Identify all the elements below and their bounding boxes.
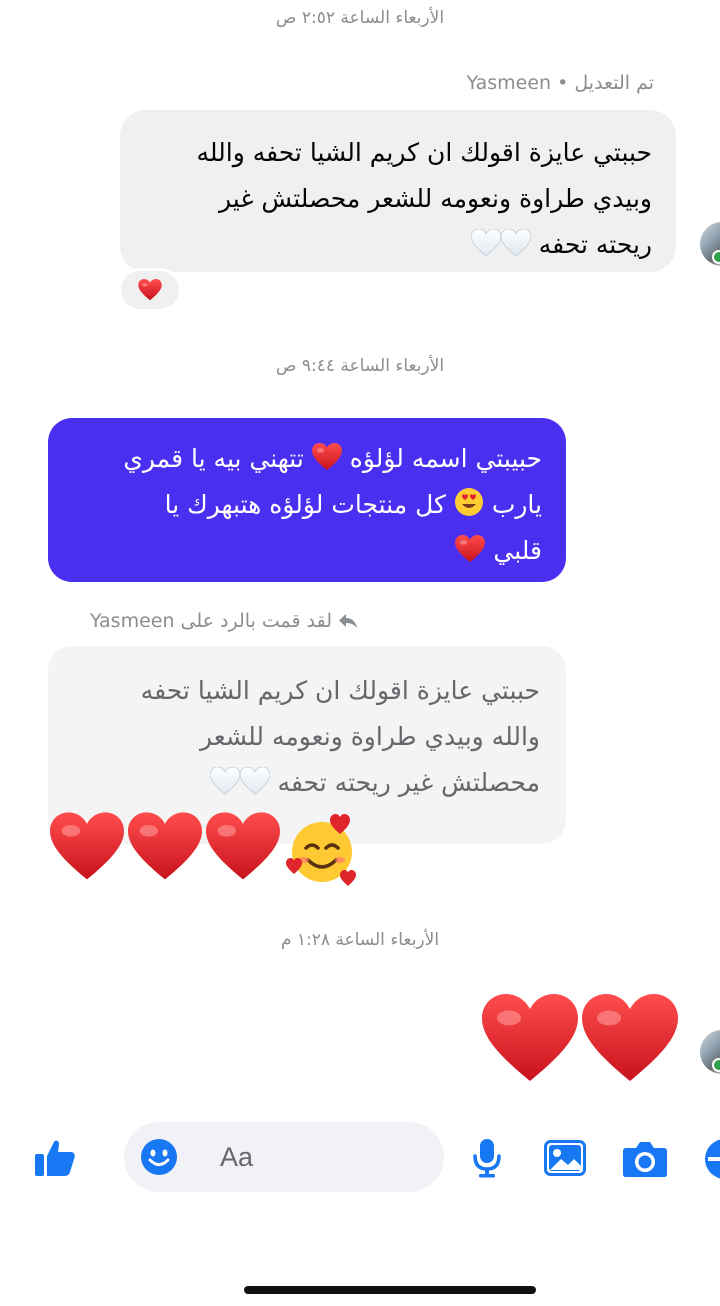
timestamp: الأربعاء الساعة ٩:٤٤ ص <box>275 356 445 376</box>
red-heart-icon <box>128 812 202 882</box>
like-icon[interactable] <box>34 1138 76 1178</box>
avatar[interactable] <box>700 222 720 266</box>
white-heart-icon <box>501 229 531 257</box>
reply-target-name: Yasmeen <box>90 610 175 632</box>
reply-arrow-icon <box>339 614 357 628</box>
incoming-message-bubble[interactable]: حببتي عايزة اقولك ان كريم الشيا تحفه وال… <box>120 110 676 272</box>
message-line: يارب <box>491 490 542 519</box>
emoji-message[interactable] <box>482 994 678 1084</box>
message-line: قلبي <box>493 536 542 565</box>
red-heart-icon <box>50 812 124 882</box>
message-line: تتهني بيه يا قمري <box>123 444 304 473</box>
message-line: كل منتجات لؤلؤه هتبهرك يا <box>164 490 446 519</box>
red-heart-icon <box>312 443 342 471</box>
avatar[interactable] <box>700 1030 720 1074</box>
edited-label: • تم التعديل <box>557 72 654 94</box>
timestamp: الأربعاء الساعة ١:٢٨ م <box>280 930 440 950</box>
microphone-icon[interactable] <box>472 1138 502 1178</box>
reaction-pill[interactable] <box>118 268 182 312</box>
quoted-line: والله وبيدي طراوة ونعومه للشعر <box>199 722 540 751</box>
message-input[interactable]: Aa <box>124 1122 444 1192</box>
smiling-face-with-hearts-icon <box>286 814 356 886</box>
red-heart-icon <box>482 994 578 1084</box>
white-heart-icon <box>471 229 501 257</box>
message-line: ريحته تحفه <box>538 230 652 259</box>
white-heart-icon <box>240 767 270 795</box>
online-dot <box>712 1058 720 1072</box>
reply-indicator: لقد قمت بالرد على Yasmeen <box>90 610 358 632</box>
red-heart-icon <box>138 279 162 301</box>
red-heart-icon <box>455 535 485 563</box>
message-line: حبيبتي اسمه لؤلؤه <box>349 444 542 473</box>
quoted-line: محصلتش غير ريحته تحفه <box>277 768 540 797</box>
message-line: وبيدي طراوة ونعومه للشعر محصلتش غير <box>219 184 652 213</box>
timestamp: الأربعاء الساعة ٢:٥٢ ص <box>275 8 445 28</box>
plus-icon[interactable] <box>704 1138 720 1180</box>
message-line: حببتي عايزة اقولك ان كريم الشيا تحفه وال… <box>196 138 652 167</box>
white-heart-icon <box>210 767 240 795</box>
heart-eyes-emoji-icon <box>454 488 483 516</box>
home-indicator[interactable] <box>244 1286 536 1294</box>
gallery-icon[interactable] <box>544 1140 586 1176</box>
red-heart-icon <box>582 994 678 1084</box>
emoji-icon[interactable] <box>140 1138 178 1176</box>
outgoing-message-bubble[interactable]: حبيبتي اسمه لؤلؤه تتهني بيه يا قمري يارب… <box>48 418 566 582</box>
message-composer: Aa <box>0 1118 720 1208</box>
red-heart-icon <box>206 812 280 882</box>
reply-label: لقد قمت بالرد على <box>180 610 333 632</box>
online-dot <box>712 250 720 264</box>
emoji-message[interactable] <box>50 812 360 888</box>
camera-icon[interactable] <box>622 1140 668 1178</box>
sender-name[interactable]: Yasmeen <box>467 72 551 94</box>
message-placeholder: Aa <box>220 1142 254 1172</box>
sender-line: Yasmeen • تم التعديل <box>467 72 654 94</box>
quoted-line: حببتي عايزة اقولك ان كريم الشيا تحفه <box>140 676 540 705</box>
